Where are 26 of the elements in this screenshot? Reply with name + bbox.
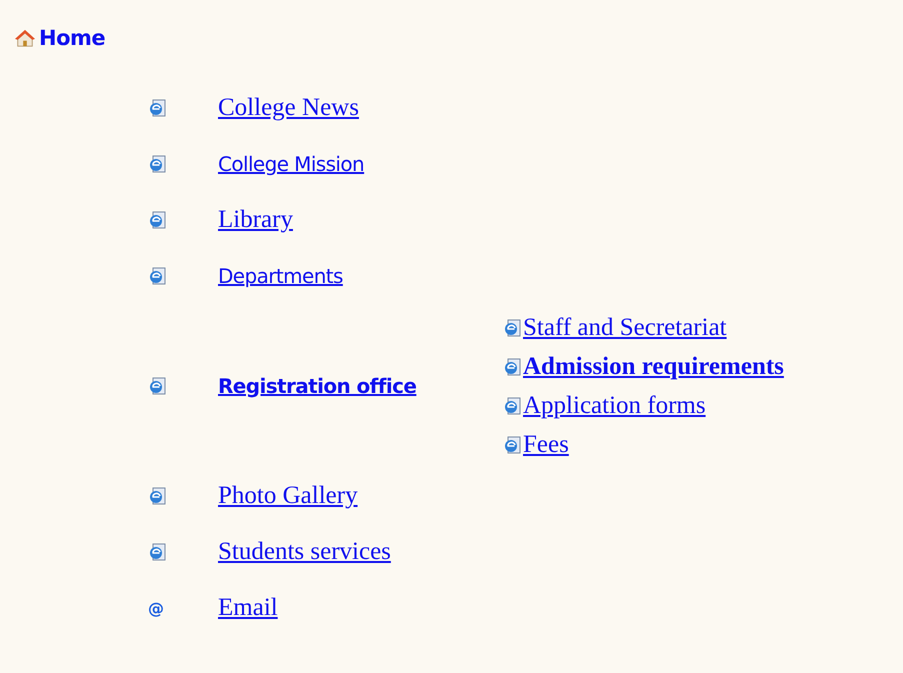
browser-page-icon (148, 99, 166, 117)
menu-link[interactable]: College News (218, 94, 359, 121)
submenu-link[interactable]: Application forms (523, 392, 706, 420)
browser-page-icon (503, 436, 521, 454)
menu-link[interactable]: Email (218, 594, 278, 621)
menu-link[interactable]: Library (218, 206, 293, 233)
browser-page-icon (503, 318, 521, 336)
browser-page-icon (503, 358, 521, 376)
house-icon (14, 28, 36, 48)
browser-page-icon (148, 543, 166, 561)
browser-page-icon (148, 155, 166, 173)
menu-link[interactable]: College Mission (218, 152, 364, 176)
menu-link[interactable]: Registration office (218, 374, 416, 398)
home-link[interactable]: Home (39, 26, 106, 50)
menu-link[interactable]: Photo Gallery (218, 482, 358, 509)
browser-page-icon (148, 211, 166, 229)
menu-link[interactable]: Students services (218, 538, 391, 565)
menu-link[interactable]: Departments (218, 264, 343, 288)
browser-page-icon (503, 396, 521, 414)
submenu-link[interactable]: Staff and Secretariat (523, 314, 727, 342)
submenu-link[interactable]: Fees (523, 430, 569, 458)
browser-page-icon (148, 377, 166, 395)
at-sign-icon: @ (148, 598, 164, 618)
browser-page-icon (148, 267, 166, 285)
browser-page-icon (148, 487, 166, 505)
submenu-link[interactable]: Admission requirements (523, 352, 784, 380)
